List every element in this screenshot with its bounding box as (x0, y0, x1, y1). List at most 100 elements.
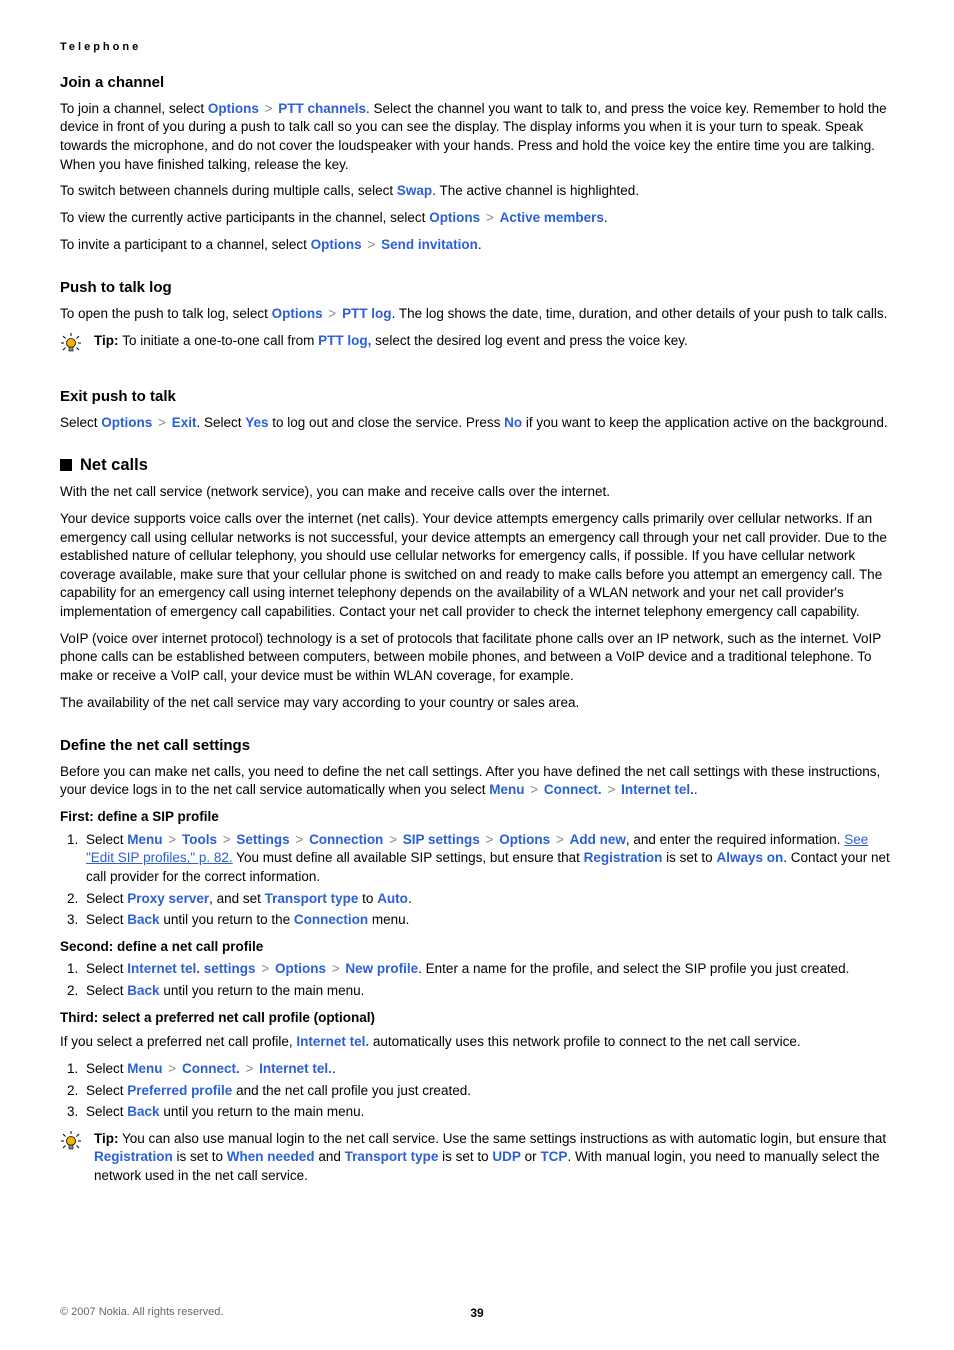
options-link[interactable]: Options (499, 832, 550, 847)
text: You must define all available SIP settin… (233, 850, 584, 865)
connection-link[interactable]: Connection (294, 912, 368, 927)
options-link[interactable]: Options (429, 210, 480, 225)
third-steps: Select Menu > Connect. > Internet tel.. … (60, 1060, 894, 1122)
breadcrumb-sep: > (365, 237, 377, 252)
text: To invite a participant to a channel, se… (60, 237, 311, 252)
text: Select (86, 1083, 127, 1098)
tip-text: Tip: You can also use manual login to th… (94, 1130, 894, 1186)
text: if you want to keep the application acti… (522, 415, 888, 430)
proxy-server-link[interactable]: Proxy server (127, 891, 209, 906)
exit-p1: Select Options > Exit. Select Yes to log… (60, 414, 894, 433)
transport-type-link[interactable]: Transport type (265, 891, 359, 906)
transport-type-link[interactable]: Transport type (345, 1149, 439, 1164)
internet-tel-settings-link[interactable]: Internet tel. settings (127, 961, 255, 976)
text: until you return to the (160, 912, 294, 927)
text: Select (86, 891, 127, 906)
internet-tel-link[interactable]: Internet tel. (296, 1034, 369, 1049)
text: to log out and close the service. Press (269, 415, 505, 430)
text: To switch between channels during multip… (60, 183, 397, 198)
back-link[interactable]: Back (127, 912, 159, 927)
options-link[interactable]: Options (208, 101, 259, 116)
internet-tel-link[interactable]: Internet tel. (259, 1061, 332, 1076)
breadcrumb-sep: > (156, 415, 168, 430)
menu-link[interactable]: Menu (489, 782, 524, 797)
when-needed-link[interactable]: When needed (227, 1149, 315, 1164)
breadcrumb-sep: > (166, 1061, 178, 1076)
options-link[interactable]: Options (272, 306, 323, 321)
text: and the net call profile you just create… (232, 1083, 471, 1098)
menu-link[interactable]: Menu (127, 1061, 162, 1076)
registration-link[interactable]: Registration (584, 850, 663, 865)
join-p1: To join a channel, select Options > PTT … (60, 100, 894, 175)
connect-link[interactable]: Connect. (544, 782, 602, 797)
text: . Enter a name for the profile, and sele… (418, 961, 849, 976)
text: menu. (368, 912, 409, 927)
udp-link[interactable]: UDP (492, 1149, 521, 1164)
breadcrumb-sep: > (166, 832, 178, 847)
tip-label: Tip: (94, 333, 122, 348)
list-item: Select Preferred profile and the net cal… (82, 1082, 894, 1101)
back-link[interactable]: Back (127, 983, 159, 998)
page-footer: © 2007 Nokia. All rights reserved. 39 (60, 1305, 894, 1320)
options-link[interactable]: Options (311, 237, 362, 252)
sip-settings-link[interactable]: SIP settings (403, 832, 480, 847)
text: to (358, 891, 377, 906)
tcp-link[interactable]: TCP (540, 1149, 567, 1164)
ptt-log-link[interactable]: PTT log, (318, 333, 371, 348)
join-p2: To switch between channels during multip… (60, 182, 894, 201)
pttlog-p1: To open the push to talk log, select Opt… (60, 305, 894, 324)
tip-row: Tip: To initiate a one-to-one call from … (60, 332, 894, 364)
exit-link[interactable]: Exit (172, 415, 197, 430)
new-profile-link[interactable]: New profile (345, 961, 418, 976)
tip-lightbulb-icon (60, 332, 94, 364)
tip-text: Tip: To initiate a one-to-one call from … (94, 332, 894, 351)
text: is set to (173, 1149, 227, 1164)
list-item: Select Back until you return to the main… (82, 982, 894, 1001)
page-number: 39 (470, 1305, 483, 1322)
text: until you return to the main menu. (160, 983, 365, 998)
preferred-profile-link[interactable]: Preferred profile (127, 1083, 232, 1098)
menu-link[interactable]: Menu (127, 832, 162, 847)
swap-link[interactable]: Swap (397, 183, 432, 198)
send-invitation-link[interactable]: Send invitation (381, 237, 478, 252)
ptt-log-link[interactable]: PTT log (342, 306, 392, 321)
list-item: Select Menu > Connect. > Internet tel.. (82, 1060, 894, 1079)
text: select the desired log event and press t… (371, 333, 687, 348)
add-new-link[interactable]: Add new (570, 832, 626, 847)
breadcrumb-sep: > (528, 782, 540, 797)
always-on-link[interactable]: Always on (716, 850, 783, 865)
options-link[interactable]: Options (101, 415, 152, 430)
settings-link[interactable]: Settings (236, 832, 289, 847)
text: Before you can make net calls, you need … (60, 764, 880, 798)
copyright: © 2007 Nokia. All rights reserved. (60, 1306, 223, 1318)
text: To open the push to talk log, select (60, 306, 272, 321)
breadcrumb-sep: > (243, 1061, 255, 1076)
options-link[interactable]: Options (275, 961, 326, 976)
list-item: Select Menu > Tools > Settings > Connect… (82, 831, 894, 887)
active-members-link[interactable]: Active members (500, 210, 604, 225)
text: . Select (196, 415, 245, 430)
auto-link[interactable]: Auto (377, 891, 408, 906)
exit-ptt-heading: Exit push to talk (60, 387, 894, 408)
no-link[interactable]: No (504, 415, 522, 430)
ptt-channels-link[interactable]: PTT channels (278, 101, 366, 116)
heading-text: Net calls (80, 456, 148, 474)
connection-link[interactable]: Connection (309, 832, 383, 847)
back-link[interactable]: Back (127, 1104, 159, 1119)
internet-tel-link[interactable]: Internet tel. (621, 782, 694, 797)
join-p4: To invite a participant to a channel, se… (60, 236, 894, 255)
yes-link[interactable]: Yes (245, 415, 268, 430)
second-subheading: Second: define a net call profile (60, 938, 894, 957)
tools-link[interactable]: Tools (182, 832, 217, 847)
net-calls-heading: Net calls (60, 454, 894, 477)
text: . The active channel is highlighted. (432, 183, 639, 198)
breadcrumb-sep: > (259, 961, 271, 976)
text: and (315, 1149, 345, 1164)
registration-link[interactable]: Registration (94, 1149, 173, 1164)
tip-label: Tip: (94, 1131, 119, 1146)
breadcrumb-sep: > (484, 210, 496, 225)
netcalls-p3: VoIP (voice over internet protocol) tech… (60, 630, 894, 686)
connect-link[interactable]: Connect. (182, 1061, 240, 1076)
text: Select (86, 912, 127, 927)
text: Select (86, 1061, 127, 1076)
